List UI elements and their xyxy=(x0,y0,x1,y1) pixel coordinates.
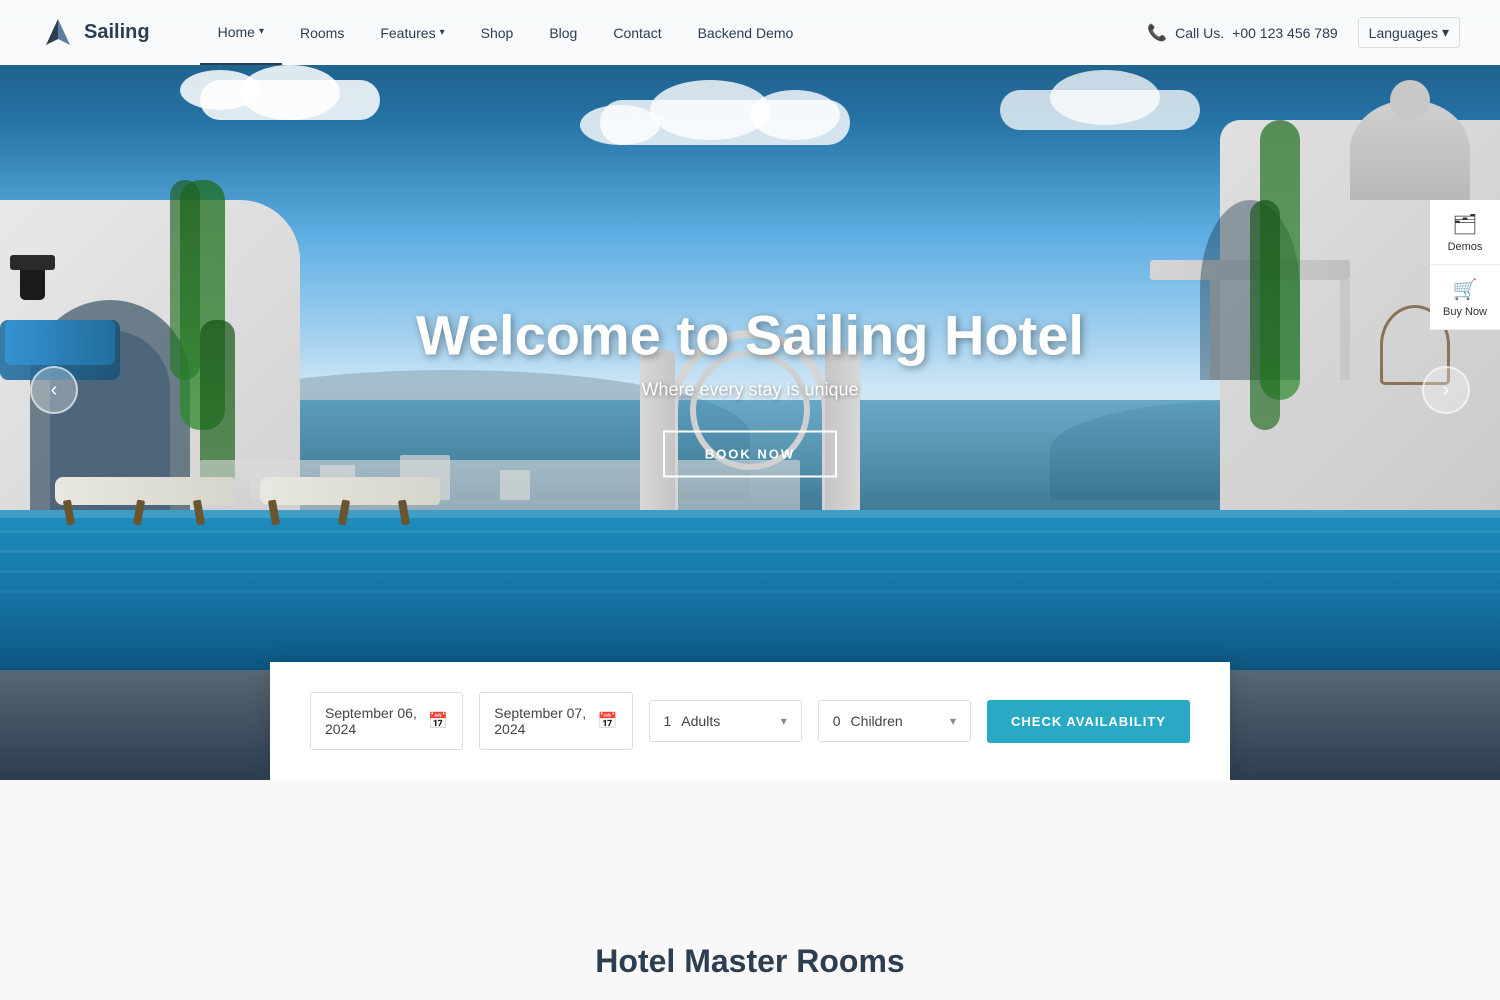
languages-chevron-icon: ▾ xyxy=(1442,24,1449,41)
nav-links: Home ▾ Rooms Features ▾ Shop Blog Contac… xyxy=(200,0,1148,65)
nav-item-shop[interactable]: Shop xyxy=(463,0,532,65)
demos-icon: 🗂 xyxy=(1452,212,1477,237)
calendar-in-icon: 📅 xyxy=(428,711,448,731)
section-title: Hotel Master Rooms xyxy=(595,943,904,980)
vine-right-2 xyxy=(1250,200,1280,430)
booking-bar: September 06, 2024 📅 September 07, 2024 … xyxy=(270,662,1230,780)
children-chevron-icon: ▾ xyxy=(950,714,956,728)
languages-button[interactable]: Languages ▾ xyxy=(1358,17,1460,48)
nav-right: 📞 Call Us. +00 123 456 789 Languages ▾ xyxy=(1147,17,1460,48)
calendar-out-icon: 📅 xyxy=(598,711,618,731)
check-availability-button[interactable]: CHECK AVAILABILITY xyxy=(987,700,1190,743)
adults-label: Adults xyxy=(681,713,774,729)
phone-icon: 📞 xyxy=(1147,23,1167,43)
check-in-date: September 06, 2024 xyxy=(325,705,418,737)
call-label: Call Us. xyxy=(1175,25,1224,41)
navbar: Sailing Home ▾ Rooms Features ▾ Shop Blo… xyxy=(0,0,1500,65)
adults-count: 1 xyxy=(664,713,672,729)
cart-icon: 🛒 xyxy=(1453,277,1478,302)
logo-icon xyxy=(40,15,76,51)
vine-left-2 xyxy=(170,180,200,380)
children-count: 0 xyxy=(833,713,841,729)
hero-subtitle: Where every stay is unique xyxy=(416,380,1084,401)
check-out-date: September 07, 2024 xyxy=(494,705,587,737)
buy-now-widget[interactable]: 🛒 Buy Now xyxy=(1430,265,1500,330)
call-us: 📞 Call Us. +00 123 456 789 xyxy=(1147,23,1337,43)
nav-item-rooms[interactable]: Rooms xyxy=(282,0,362,65)
buy-now-label: Buy Now xyxy=(1443,306,1487,318)
lounger-1 xyxy=(55,470,255,525)
hero-title: Welcome to Sailing Hotel xyxy=(416,303,1084,368)
hero-section: Welcome to Sailing Hotel Where every sta… xyxy=(0,0,1500,780)
carousel-prev-button[interactable]: ‹ xyxy=(30,366,78,414)
pool xyxy=(0,510,1500,670)
book-now-button[interactable]: BOOK NOW xyxy=(663,431,837,478)
cloud-2b xyxy=(750,90,840,140)
chevron-left-icon: ‹ xyxy=(51,379,58,402)
adults-select[interactable]: 1 Adults ▾ xyxy=(649,700,802,742)
hero-content: Welcome to Sailing Hotel Where every sta… xyxy=(416,303,1084,478)
side-widgets: 🗂 Demos 🛒 Buy Now xyxy=(1430,200,1500,330)
check-out-field[interactable]: September 07, 2024 📅 xyxy=(479,692,632,750)
nav-item-backend[interactable]: Backend Demo xyxy=(680,0,812,65)
nav-item-home[interactable]: Home ▾ xyxy=(200,0,282,65)
lounger-2 xyxy=(260,470,460,525)
demos-widget[interactable]: 🗂 Demos xyxy=(1430,200,1500,265)
cloud-2c xyxy=(580,105,660,145)
features-chevron-icon: ▾ xyxy=(440,27,445,38)
home-chevron-icon: ▾ xyxy=(259,26,264,37)
chevron-right-icon: › xyxy=(1443,379,1450,402)
nav-item-blog[interactable]: Blog xyxy=(531,0,595,65)
cloud-1b xyxy=(180,70,260,110)
children-label: Children xyxy=(851,713,944,729)
logo-text: Sailing xyxy=(84,21,150,44)
logo[interactable]: Sailing xyxy=(40,15,150,51)
nav-item-features[interactable]: Features ▾ xyxy=(362,0,462,65)
children-select[interactable]: 0 Children ▾ xyxy=(818,700,971,742)
nav-item-contact[interactable]: Contact xyxy=(595,0,679,65)
check-in-field[interactable]: September 06, 2024 📅 xyxy=(310,692,463,750)
bottom-section: Hotel Master Rooms xyxy=(0,780,1500,1000)
adults-chevron-icon: ▾ xyxy=(781,714,787,728)
carousel-next-button[interactable]: › xyxy=(1422,366,1470,414)
call-number[interactable]: +00 123 456 789 xyxy=(1232,25,1338,41)
demos-label: Demos xyxy=(1448,241,1483,253)
